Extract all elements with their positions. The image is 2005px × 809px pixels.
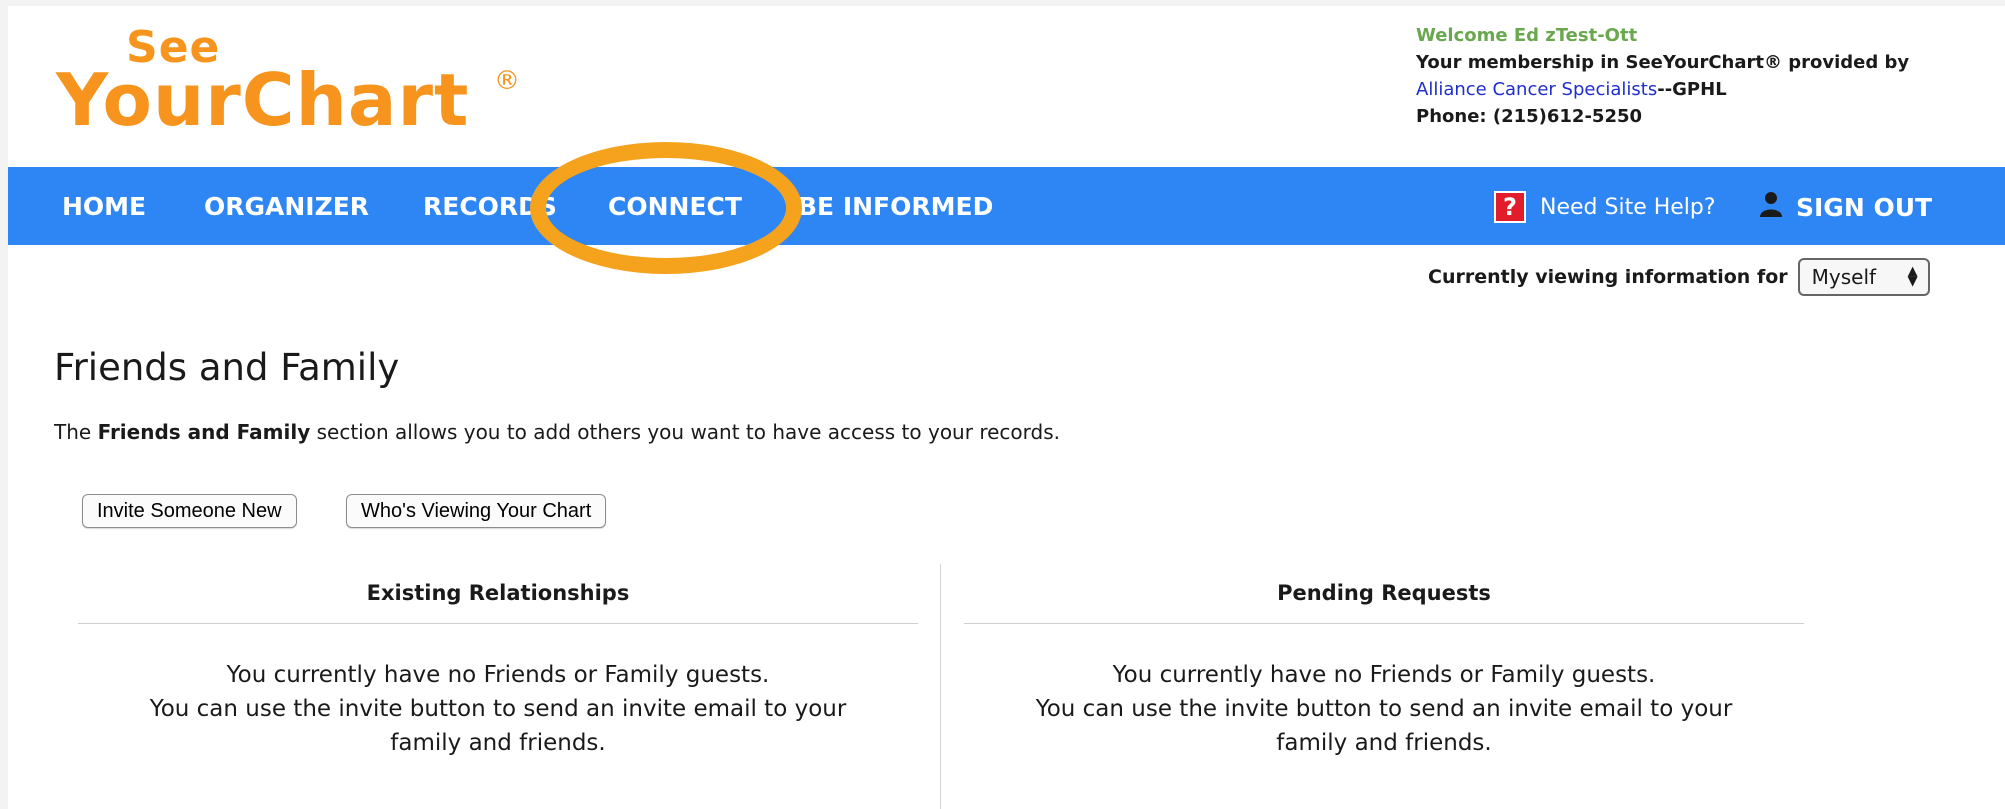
intro-text: The Friends and Family section allows yo…	[54, 420, 1060, 444]
pending-requests-message: You currently have no Friends or Family …	[964, 658, 1804, 760]
viewing-selector: Currently viewing information for Myself…	[1428, 258, 1930, 296]
phone-text: Phone: (215)612-5250	[1416, 106, 1643, 127]
site-help-label: Need Site Help?	[1540, 194, 1716, 220]
main-nav: HOME ORGANIZER RECORDS CONNECT BE INFORM…	[8, 167, 2005, 245]
membership-text: Your membership in SeeYourChart® provide…	[1416, 52, 1910, 73]
intro-bold: Friends and Family	[97, 420, 311, 444]
pending-requests-heading: Pending Requests	[964, 581, 1804, 624]
page-title: Friends and Family	[54, 346, 400, 389]
pending-message-line2: You can use the invite button to send an…	[1035, 696, 1733, 756]
viewing-label: Currently viewing information for	[1428, 266, 1788, 288]
viewing-select[interactable]: Myself ▲ ▼	[1797, 258, 1930, 296]
existing-message-line2: You can use the invite button to send an…	[149, 696, 847, 756]
invite-someone-new-button[interactable]: Invite Someone New	[82, 494, 297, 528]
nav-connect[interactable]: CONNECT	[608, 192, 742, 221]
welcome-block: Welcome Ed zTest-Ott Your membership in …	[1416, 22, 1909, 130]
existing-relationships-panel: Existing Relationships You currently hav…	[78, 581, 918, 760]
nav-organizer[interactable]: ORGANIZER	[204, 192, 369, 221]
help-icon: ?	[1494, 191, 1526, 223]
site-help-link[interactable]: ? Need Site Help?	[1494, 191, 1716, 223]
whos-viewing-button[interactable]: Who's Viewing Your Chart	[346, 494, 607, 528]
intro-prefix: The	[54, 420, 98, 444]
sign-out-button[interactable]: SIGN OUT	[1760, 191, 1932, 223]
person-icon	[1760, 191, 1782, 223]
page: See YourChart ® Welcome Ed zTest-Ott You…	[8, 6, 2005, 809]
nav-be-informed[interactable]: BE INFORMED	[798, 192, 993, 221]
updown-arrows-icon: ▲ ▼	[1907, 264, 1918, 289]
welcome-text: Welcome Ed zTest-Ott	[1416, 25, 1638, 46]
sign-out-label: SIGN OUT	[1796, 192, 1933, 222]
logo-registered-mark: ®	[494, 66, 520, 96]
pending-requests-panel: Pending Requests You currently have no F…	[964, 581, 1804, 760]
viewing-select-value: Myself	[1811, 265, 1877, 289]
intro-suffix: section allows you to add others you wan…	[310, 420, 1060, 444]
existing-relationships-heading: Existing Relationships	[78, 581, 918, 624]
provider-line: Alliance Cancer Specialists--GPHL	[1416, 76, 1909, 103]
nav-records[interactable]: RECORDS	[423, 192, 557, 221]
nav-home[interactable]: HOME	[62, 192, 146, 221]
existing-relationships-message: You currently have no Friends or Family …	[78, 658, 918, 760]
provider-suffix: --GPHL	[1657, 79, 1727, 100]
existing-message-line1: You currently have no Friends or Family …	[226, 662, 770, 688]
provider-link[interactable]: Alliance Cancer Specialists	[1416, 79, 1657, 100]
column-divider	[940, 564, 941, 809]
logo-yourchart-text: YourChart	[56, 58, 470, 142]
pending-message-line1: You currently have no Friends or Family …	[1112, 662, 1656, 688]
